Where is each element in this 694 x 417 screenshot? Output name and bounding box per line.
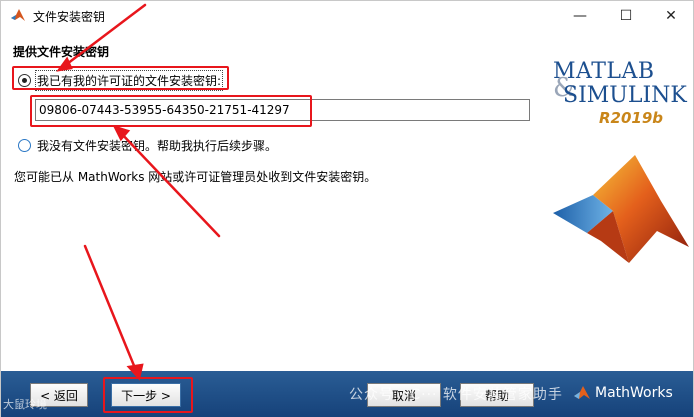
annotation-box-radio bbox=[12, 66, 229, 90]
mathworks-label: MathWorks bbox=[595, 385, 673, 401]
mathworks-logo: MathWorks bbox=[573, 385, 673, 401]
minimize-icon[interactable]: — bbox=[557, 1, 603, 31]
radio-no-key-button[interactable] bbox=[18, 139, 31, 152]
release-badge: R2019b bbox=[599, 109, 664, 127]
window-title: 文件安装密钥 bbox=[33, 10, 106, 24]
maximize-icon[interactable]: ☐ bbox=[603, 1, 649, 31]
logo-simulink-text: SIMULINK bbox=[563, 83, 687, 108]
radio-no-key[interactable]: 我没有文件安装密钥。帮助我执行后续步骤。 bbox=[18, 137, 277, 154]
watermark-left: 大鼠玲境 bbox=[3, 398, 47, 411]
arrow-to-next bbox=[83, 244, 139, 375]
watermark-right: 公众号 · C··· 软件安装管家助手 bbox=[349, 387, 563, 403]
title-bar: 文件安装密钥 — ☐ ✕ bbox=[1, 1, 693, 31]
annotation-box-key bbox=[30, 95, 312, 127]
installer-window: 文件安装密钥 — ☐ ✕ 提供文件安装密钥 我已有我的许可证的文件安装密钥: 我… bbox=[0, 0, 694, 417]
info-text: 您可能已从 MathWorks 网站或许可证管理员处收到文件安装密钥。 bbox=[14, 170, 377, 184]
radio-no-key-label: 我没有文件安装密钥。帮助我执行后续步骤。 bbox=[37, 139, 278, 153]
section-title: 提供文件安装密钥 bbox=[13, 45, 110, 59]
matlab-icon bbox=[11, 9, 25, 21]
annotation-box-next bbox=[103, 377, 193, 413]
mathworks-logo-icon bbox=[574, 386, 590, 399]
l-shaped-membrane-logo bbox=[553, 155, 689, 263]
close-icon[interactable]: ✕ bbox=[648, 1, 694, 31]
